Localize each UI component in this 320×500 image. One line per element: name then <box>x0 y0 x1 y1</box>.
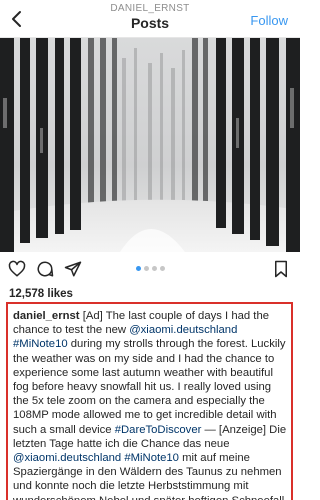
hashtag-link[interactable]: #MiNote10 <box>124 452 179 464</box>
likes-count[interactable]: 12,578 likes <box>9 288 73 300</box>
caption-highlight: daniel_ernst [Ad] The last couple of day… <box>6 302 293 500</box>
carousel-indicator <box>136 266 165 271</box>
mention-link[interactable]: @xiaomi.deutschland <box>13 452 121 464</box>
post-caption: daniel_ernst [Ad] The last couple of day… <box>13 309 287 500</box>
hashtag-link[interactable]: #DareToDiscover <box>115 424 202 436</box>
action-bar <box>0 252 300 286</box>
top-bar: DANIEL_ERNST Posts Follow <box>0 0 300 38</box>
carousel-dot <box>144 266 149 271</box>
forest-photo <box>0 38 300 252</box>
send-icon[interactable] <box>64 260 82 278</box>
caption-text: [Ad] The last couple of days I had the c… <box>13 310 286 500</box>
comment-icon[interactable] <box>36 260 54 278</box>
heart-icon[interactable] <box>8 260 26 278</box>
post-image[interactable] <box>0 38 300 252</box>
carousel-dot <box>136 266 141 271</box>
bookmark-icon[interactable] <box>272 260 290 278</box>
mention-link[interactable]: @xiaomi.deutschland <box>129 324 237 336</box>
hashtag-link[interactable]: #MiNote10 <box>13 338 68 350</box>
carousel-dot <box>152 266 157 271</box>
carousel-dot <box>160 266 165 271</box>
follow-button[interactable]: Follow <box>250 13 288 28</box>
caption-username[interactable]: daniel_ernst <box>13 310 80 322</box>
caption-segment: during my strolls through the forest. Lu… <box>13 338 286 436</box>
